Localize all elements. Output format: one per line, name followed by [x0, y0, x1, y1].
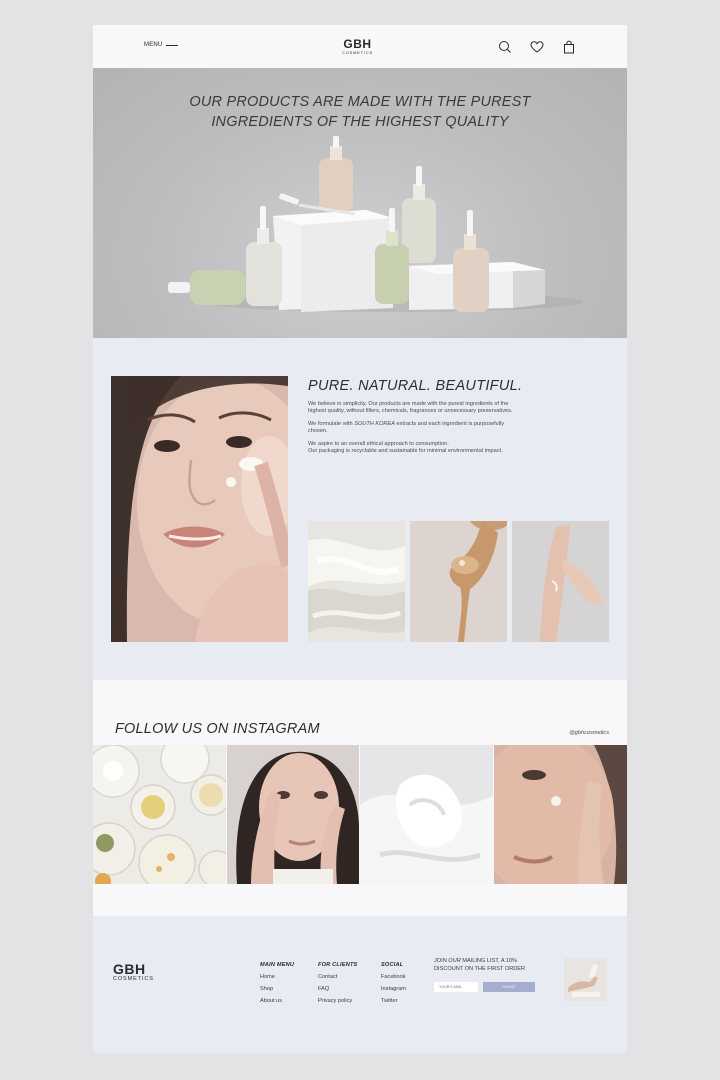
mailing-text-prefix: JOIN [434, 958, 449, 964]
email-field[interactable] [434, 982, 478, 992]
menu-button[interactable]: MENU [144, 42, 179, 48]
mailing-list-text: JOIN OUR MAILING LIST, A 10% DISCOUNT ON… [434, 957, 544, 973]
shopping-bag-icon[interactable] [562, 40, 576, 54]
footer-link-about-us[interactable]: About us [260, 995, 294, 1007]
logo-wordmark: GBH [343, 37, 372, 51]
hero-banner: OUR PRODUCTS ARE MADE WITH THE PUREST IN… [93, 68, 627, 338]
about-paragraph-1: We believe in simplicity. Our products a… [308, 401, 513, 414]
mailing-text-emphasis: OUR [448, 958, 461, 964]
footer-product-thumbnail[interactable] [564, 958, 607, 1001]
serum-drop-image [410, 521, 507, 642]
submit-button[interactable]: SUBMIT [483, 982, 535, 992]
footer-main-menu: MAIN MENU Home Shop About us [260, 959, 294, 1007]
footer-link-privacy-policy[interactable]: Privacy policy [318, 995, 358, 1007]
instagram-post-model[interactable] [226, 745, 360, 884]
instagram-grid [93, 745, 627, 884]
logo-subtitle: COSMETICS [342, 50, 373, 55]
footer-link-twitter[interactable]: Twitter [381, 995, 406, 1007]
footer-link-faq[interactable]: FAQ [318, 983, 358, 995]
footer-link-instagram[interactable]: Instagram [381, 983, 406, 995]
footer-link-shop[interactable]: Shop [260, 983, 294, 995]
cream-texture-image [308, 521, 405, 642]
hero-product-image [168, 136, 583, 312]
about-paragraph-2: We formulate with SOUTH KOREA extracts a… [308, 421, 513, 435]
about-paragraph-3-line-2: Our packaging is recyclable and sustaina… [308, 448, 503, 454]
search-icon[interactable] [498, 40, 512, 54]
instagram-post-cream[interactable] [360, 745, 494, 884]
about-paragraph-2-before: We formulate with [308, 421, 355, 427]
bottle-5 [453, 210, 489, 312]
model-portrait-image [111, 376, 288, 642]
instagram-post-petri-dishes[interactable] [93, 745, 227, 884]
instagram-handle[interactable]: @gbhcosmetics [569, 730, 609, 736]
hand-application-image [512, 521, 609, 642]
footer-social-heading: SOCIAL [381, 962, 404, 968]
bottle-1 [319, 136, 353, 212]
site-footer: GBH COSMETICS MAIN MENU Home Shop About … [93, 916, 627, 1053]
footer-social: SOCIAL Facebook Instagram Twitter [381, 959, 406, 1007]
footer-link-home[interactable]: Home [260, 971, 294, 983]
footer-logo-wordmark: GBH [113, 961, 146, 977]
menu-line-icon [166, 44, 179, 46]
about-title: PURE. NATURAL. BEAUTIFUL. [308, 378, 523, 394]
about-paragraph-3: We aspire to an overall ethical approach… [308, 441, 513, 455]
menu-label: MENU [144, 42, 163, 48]
about-paragraph-3-line-1: We aspire to an overall ethical approach… [308, 441, 449, 447]
footer-logo[interactable]: GBH COSMETICS [113, 962, 154, 983]
lying-bottle [190, 270, 245, 305]
about-section: PURE. NATURAL. BEAUTIFUL. We believe in … [93, 338, 627, 680]
instagram-title: FOLLOW US ON INSTAGRAM [115, 721, 320, 737]
footer-main-menu-heading: MAIN MENU [260, 962, 295, 968]
footer-logo-subtitle: COSMETICS [113, 976, 154, 982]
footer-for-clients: FOR CLIENTS Contact FAQ Privacy policy [318, 959, 358, 1007]
about-paragraph-2-emphasis: SOUTH KOREA [354, 421, 395, 427]
footer-link-facebook[interactable]: Facebook [381, 971, 406, 983]
heart-icon[interactable] [530, 40, 544, 54]
instagram-post-skincare-face[interactable] [493, 745, 627, 884]
footer-link-contact[interactable]: Contact [318, 971, 358, 983]
landing-page: MENU GBH COSMETICS OUR PRODUCTS ARE MADE… [93, 25, 627, 1053]
site-header: MENU GBH COSMETICS [93, 25, 627, 68]
about-text: We believe in simplicity. Our products a… [308, 401, 513, 461]
footer-for-clients-heading: FOR CLIENTS [318, 962, 358, 968]
site-logo[interactable]: GBH COSMETICS [342, 38, 373, 55]
instagram-section: FOLLOW US ON INSTAGRAM @gbhcosmetics [93, 680, 627, 916]
